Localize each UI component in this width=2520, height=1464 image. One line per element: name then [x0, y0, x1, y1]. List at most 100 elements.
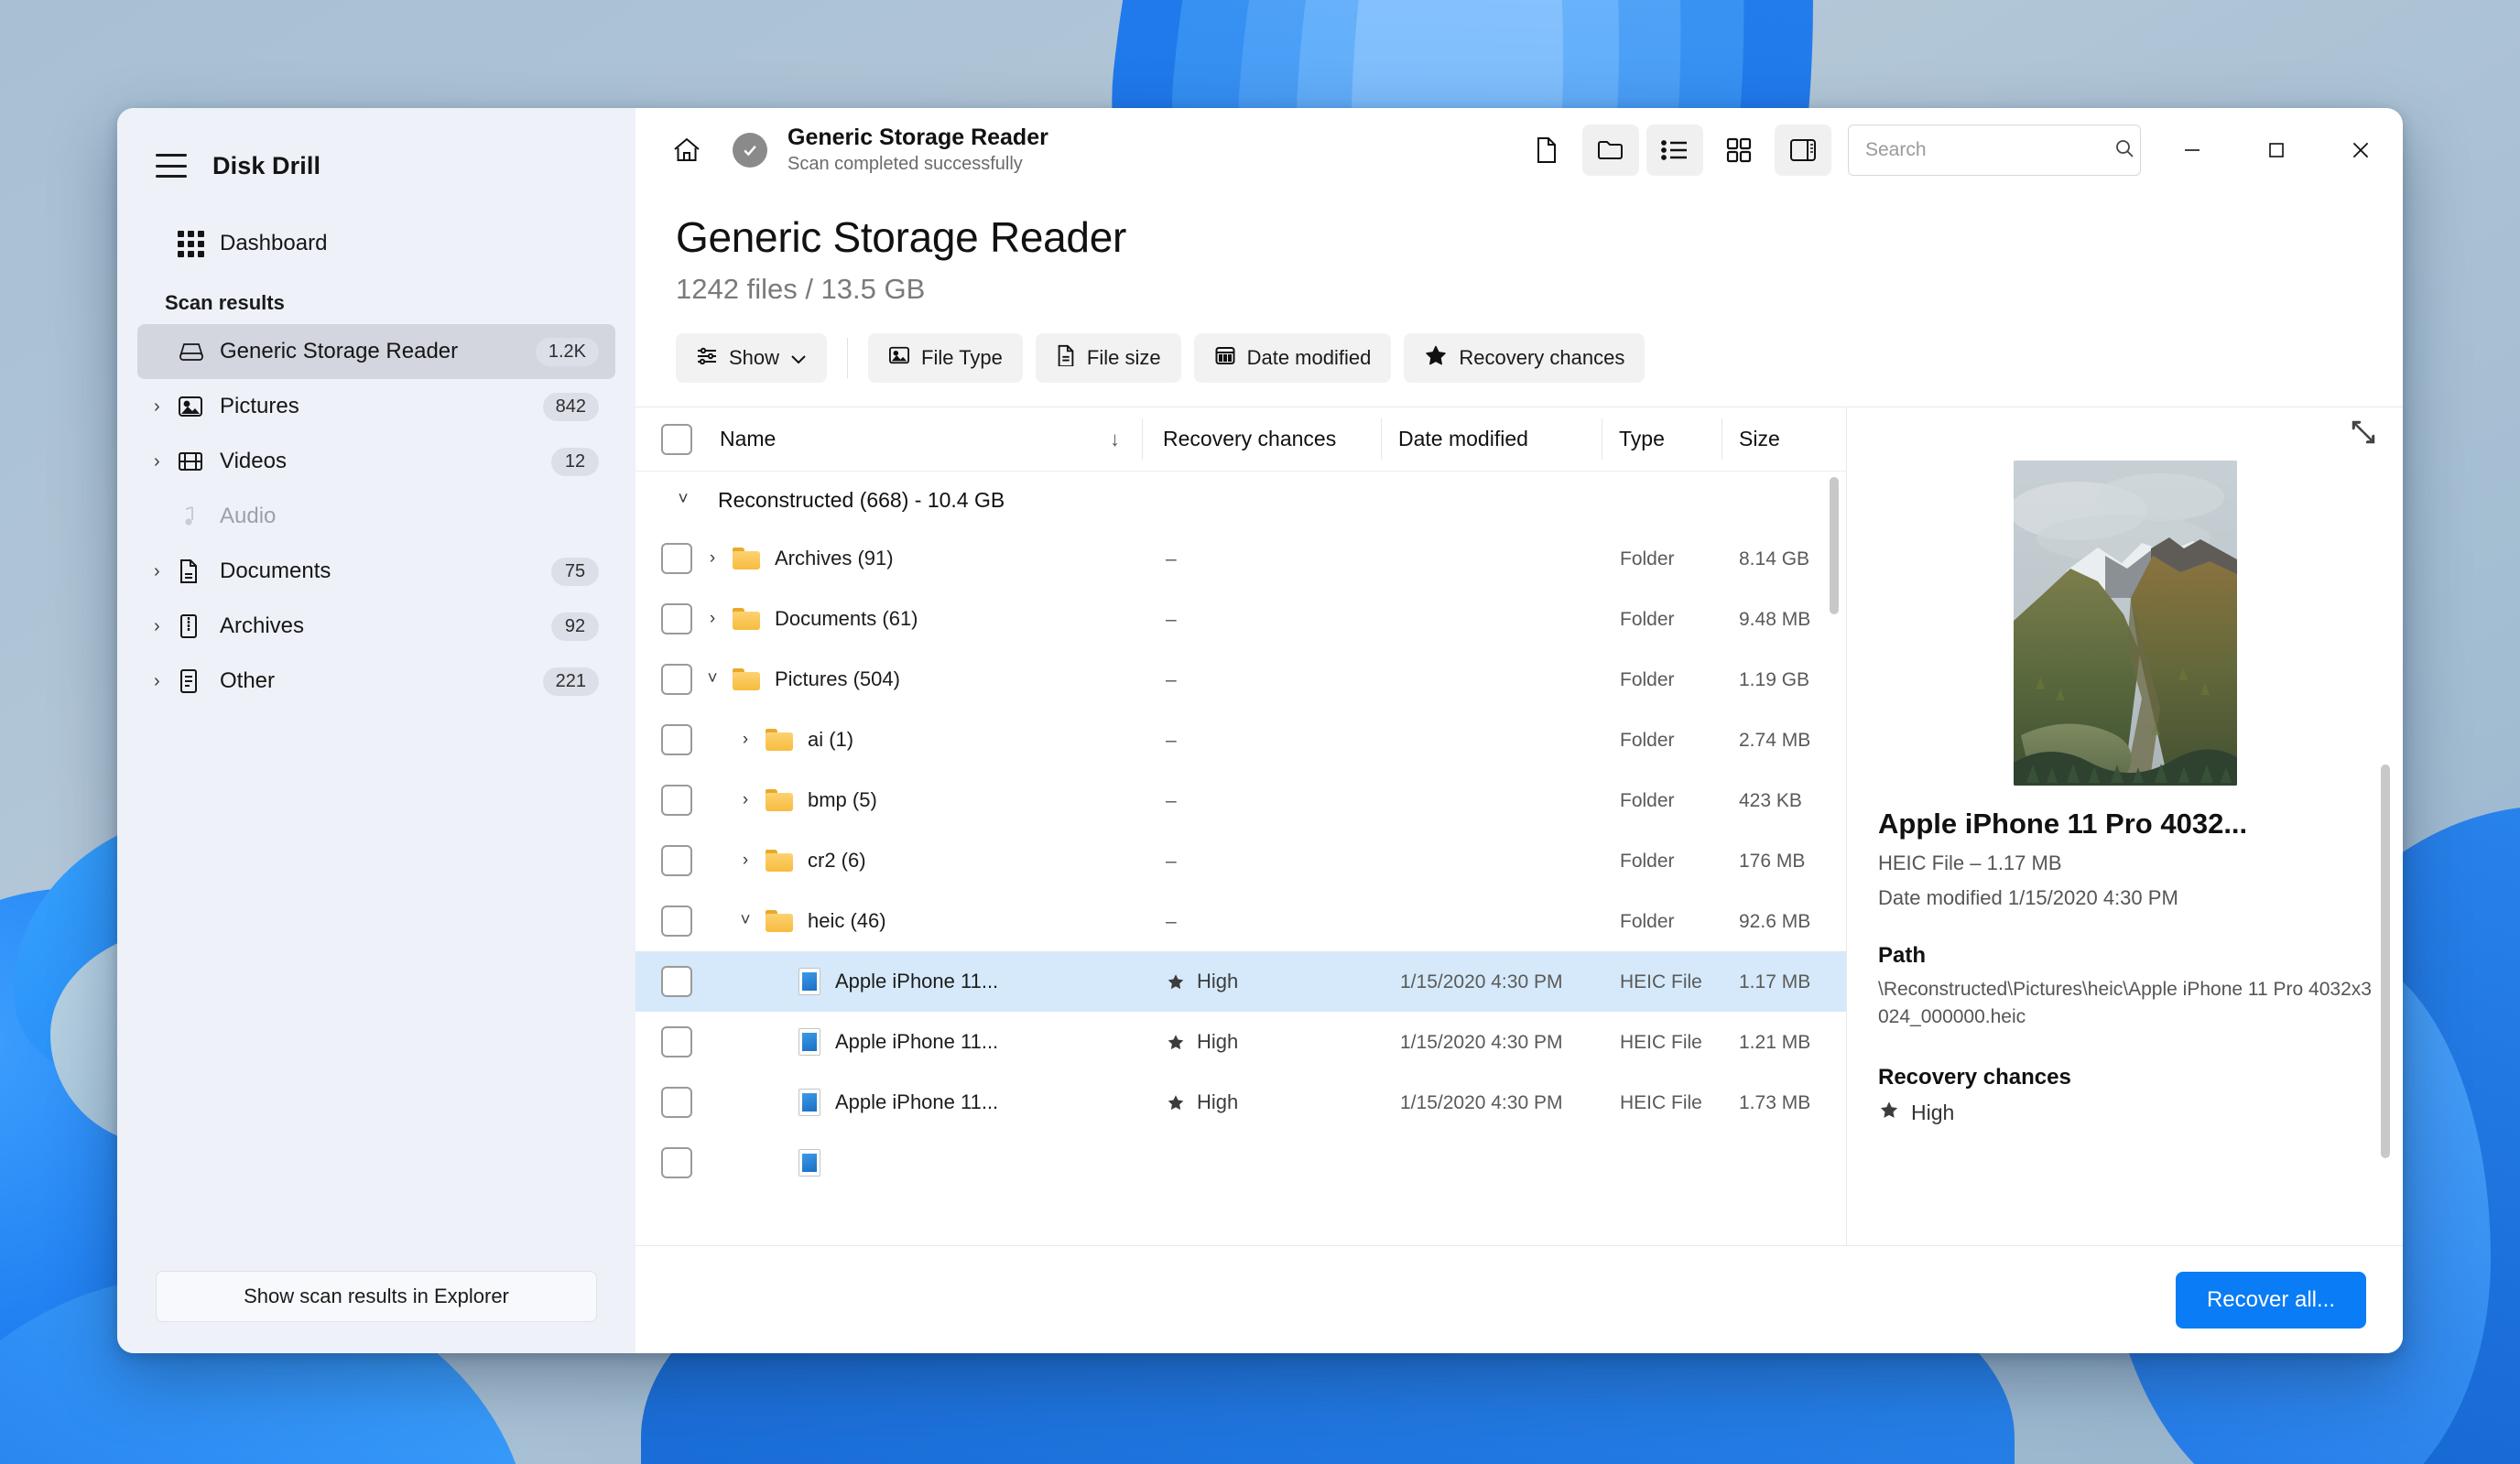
chevron-right-icon[interactable]: › — [692, 609, 733, 629]
row-checkbox[interactable] — [661, 785, 692, 816]
row-checkbox[interactable] — [661, 603, 692, 634]
column-header-type[interactable]: Type — [1602, 427, 1722, 451]
table-row-partial[interactable] — [635, 1133, 1846, 1193]
search-box[interactable] — [1848, 125, 2141, 176]
grid-view-icon[interactable] — [1711, 125, 1767, 176]
table-row[interactable]: › cr2 (6) – Folder 176 MB — [635, 830, 1846, 891]
filter-divider — [847, 338, 849, 378]
star-icon — [1424, 344, 1448, 373]
row-checkbox[interactable] — [661, 664, 692, 695]
folder-icon — [766, 729, 793, 751]
sidebar-item-pictures[interactable]: › Pictures 842 — [137, 379, 615, 434]
sidebar-item-label: Other — [220, 668, 276, 693]
archive-icon — [178, 613, 220, 639]
row-type-cell: Folder — [1620, 911, 1675, 932]
show-dropdown[interactable]: Show — [676, 333, 828, 383]
sidebar-item-archives[interactable]: › Archives 92 — [137, 599, 615, 654]
sidebar-item-count: 221 — [542, 667, 599, 696]
table-row[interactable]: ˅ Pictures (504) – Folder 1.19 GB — [635, 649, 1846, 710]
row-checkbox[interactable] — [661, 1147, 692, 1178]
chevron-right-icon[interactable]: › — [154, 672, 178, 690]
row-name: heic (46) — [808, 909, 886, 932]
column-header-size[interactable]: Size — [1722, 427, 1846, 451]
home-icon[interactable] — [661, 125, 712, 176]
chevron-right-icon[interactable]: › — [725, 851, 766, 871]
file-view-icon[interactable] — [1518, 125, 1575, 176]
preview-scrollbar[interactable] — [2381, 765, 2390, 1158]
row-recovery-cell: – — [1146, 667, 1384, 691]
column-header-name[interactable]: Name ↓ — [692, 427, 1142, 451]
file-icon — [798, 1149, 820, 1177]
column-header-date[interactable]: Date modified — [1382, 427, 1602, 451]
table-header-row: Name ↓ Recovery chances Date modified Ty… — [635, 407, 1846, 472]
table-row[interactable]: › bmp (5) – Folder 423 KB — [635, 770, 1846, 830]
table-scrollbar[interactable] — [1830, 477, 1839, 614]
page-title: Generic Storage Reader — [676, 213, 1127, 261]
preview-panel: Apple iPhone 11 Pro 4032... HEIC File – … — [1846, 407, 2403, 1245]
chevron-down-icon[interactable]: ˅ — [725, 911, 766, 931]
filter-chip-label: Date modified — [1246, 346, 1372, 369]
search-icon[interactable] — [2113, 137, 2135, 164]
minimize-icon[interactable] — [2150, 108, 2234, 192]
preview-path-heading: Path — [1878, 942, 1927, 968]
chevron-right-icon[interactable]: › — [154, 617, 178, 635]
filter-chip-file-type[interactable]: File Type — [868, 333, 1023, 383]
folder-icon — [733, 668, 760, 690]
table-row[interactable]: ›Apple iPhone 11... High 1/15/2020 4:30 PM… — [635, 1072, 1846, 1133]
column-header-recovery[interactable]: Recovery chances — [1143, 427, 1381, 451]
chevron-right-icon[interactable]: › — [154, 397, 178, 416]
preview-thumbnail[interactable] — [2013, 461, 2237, 786]
row-checkbox[interactable] — [661, 966, 692, 997]
hamburger-icon[interactable] — [156, 154, 187, 178]
calendar-icon — [1214, 344, 1236, 372]
table-row[interactable]: ›Apple iPhone 11... High 1/15/2020 4:30 PM… — [635, 951, 1846, 1012]
sidebar-item-dashboard[interactable]: Dashboard — [137, 216, 615, 271]
filter-chip-date-modified[interactable]: Date modified — [1193, 333, 1392, 383]
sidebar-item-label: Archives — [220, 613, 305, 638]
row-checkbox[interactable] — [661, 1026, 692, 1057]
chevron-right-icon[interactable]: › — [725, 790, 766, 810]
sidebar-item-generic-storage-reader[interactable]: Generic Storage Reader 1.2K — [137, 324, 615, 379]
group-row-reconstructed[interactable]: ˅ Reconstructed (668) - 10.4 GB — [635, 472, 1846, 528]
open-external-icon[interactable] — [2350, 418, 2377, 450]
sidebar-item-documents[interactable]: › Documents 75 — [137, 544, 615, 599]
row-name-cell: ˅ Pictures (504) — [692, 667, 1146, 691]
select-all-checkbox[interactable] — [661, 423, 692, 455]
chevron-right-icon[interactable]: › — [154, 562, 178, 580]
row-checkbox[interactable] — [661, 906, 692, 937]
recover-all-button[interactable]: Recover all... — [2175, 1271, 2366, 1328]
search-input[interactable] — [1865, 139, 2113, 161]
row-recovery: High — [1166, 1030, 1384, 1054]
row-checkbox[interactable] — [661, 845, 692, 876]
close-icon[interactable] — [2319, 108, 2403, 192]
maximize-icon[interactable] — [2234, 108, 2319, 192]
row-name: cr2 (6) — [808, 849, 866, 872]
chevron-right-icon[interactable]: › — [725, 730, 766, 750]
table-row[interactable]: › Archives (91) – Folder 8.14 GB — [635, 528, 1846, 589]
table-row[interactable]: › Documents (61) – Folder 9.48 MB — [635, 589, 1846, 649]
filter-chip-recovery-chances[interactable]: Recovery chances — [1404, 333, 1646, 383]
row-name: Archives (91) — [775, 547, 894, 569]
list-view-icon[interactable] — [1646, 125, 1703, 176]
preview-panel-icon[interactable] — [1775, 125, 1831, 176]
sidebar-item-videos[interactable]: › Videos 12 — [137, 434, 615, 489]
titlebar-title: Generic Storage Reader — [788, 124, 1048, 150]
table-rows-container: › Archives (91) – Folder 8.14 GB › Documents (… — [635, 528, 1846, 1193]
row-checkbox[interactable] — [661, 724, 692, 755]
table-row[interactable]: ›Apple iPhone 11... High 1/15/2020 4:30 PM… — [635, 1012, 1846, 1072]
show-in-explorer-button[interactable]: Show scan results in Explorer — [156, 1271, 597, 1322]
file-icon — [798, 1028, 820, 1056]
table-row[interactable]: › ai (1) – Folder 2.74 MB — [635, 710, 1846, 770]
sort-arrow-icon[interactable]: ↓ — [1110, 428, 1142, 451]
chevron-down-icon[interactable]: ˅ — [692, 669, 733, 689]
chevron-down-icon[interactable]: ˅ — [661, 490, 705, 510]
row-checkbox[interactable] — [661, 1087, 692, 1118]
folder-view-icon[interactable] — [1582, 125, 1639, 176]
filter-chip-file-size[interactable]: File size — [1035, 333, 1181, 383]
table-row[interactable]: ˅ heic (46) – Folder 92.6 MB — [635, 891, 1846, 951]
chevron-right-icon[interactable]: › — [692, 548, 733, 569]
chevron-right-icon[interactable]: › — [154, 452, 178, 471]
sidebar-item-other[interactable]: › Other 221 — [137, 654, 615, 709]
content-area: Name ↓ Recovery chances Date modified Ty… — [635, 407, 2403, 1245]
row-checkbox[interactable] — [661, 543, 692, 574]
